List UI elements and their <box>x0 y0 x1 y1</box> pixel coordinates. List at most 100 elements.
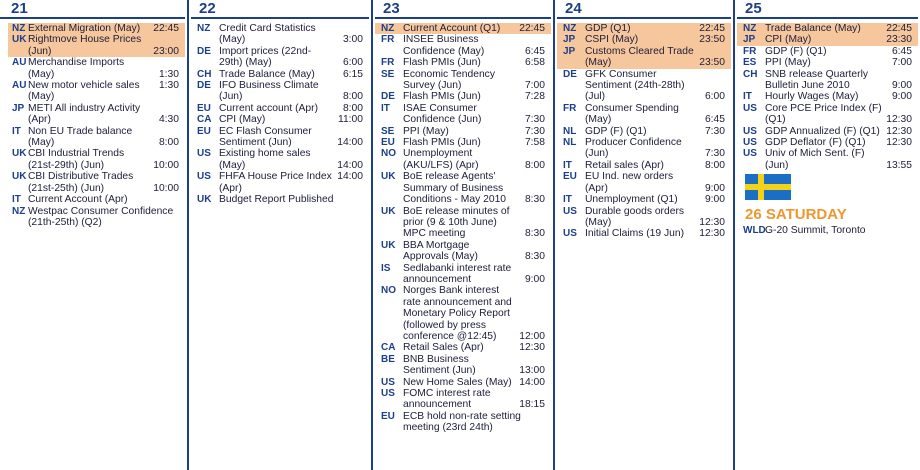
event-row: US New Home Sales (May) 14:00 <box>375 377 551 388</box>
event-row: UK CBI Distributive Trades (21st-25th) (J… <box>8 171 185 194</box>
event-time: 6:45 <box>891 45 912 57</box>
event-title: Current Account (Apr) <box>28 194 128 206</box>
event-row: IT Hourly Wages (May) 9:00 <box>737 91 918 102</box>
event-time: 10:00 <box>153 182 179 194</box>
country-code: IT <box>563 159 572 171</box>
event-time: 23:30 <box>886 34 912 46</box>
event-time: 7:00 <box>524 80 545 92</box>
event-row: EU EC Flash Consumer Sentiment (Jun) 14:00 <box>191 126 369 149</box>
country-code: JP <box>743 34 756 46</box>
event-row: NZ Current Account (Q1) 22:45 <box>375 23 551 35</box>
event-time: 8:30 <box>524 251 545 263</box>
country-code: JP <box>12 102 25 114</box>
country-code: NZ <box>12 205 26 217</box>
country-code: NZ <box>12 23 26 34</box>
event-row: IT Non EU Trade balance (May) 8:00 <box>8 126 185 149</box>
event-row: US Univ of Mich Sent. (F) (Jun) 13:55 <box>737 148 918 171</box>
event-time: 9:00 <box>704 182 725 194</box>
country-code: CH <box>197 68 212 80</box>
day-rule <box>375 17 551 19</box>
country-code: DE <box>197 80 211 92</box>
event-time: 12:30 <box>886 114 912 126</box>
country-code: EU <box>381 410 395 422</box>
event-time: 8:00 <box>524 159 545 171</box>
event-row: UK CBI Industrial Trends (21st-29th) (Jun… <box>8 148 185 171</box>
country-code: CA <box>197 114 212 126</box>
country-code: EU <box>563 171 577 183</box>
event-row: JP CPI (May) 23:30 <box>737 34 918 46</box>
event-title: Flash PMIs (Jun) <box>403 91 481 103</box>
country-code: AU <box>12 80 27 92</box>
event-row: US FHFA House Price Index (Apr) 14:00 <box>191 171 369 194</box>
event-row: US Existing home sales (May) 14:00 <box>191 148 369 171</box>
country-code: AU <box>12 57 27 69</box>
event-time: 10:00 <box>153 159 179 171</box>
event-title: PPI (May) <box>403 125 449 137</box>
event-title: SNB release Quarterly Bulletin June 2010 <box>765 68 869 92</box>
event-row: UK Budget Report Published <box>191 194 369 205</box>
event-time: 9:00 <box>524 273 545 285</box>
country-code: ES <box>743 57 757 69</box>
event-row: CA Retail Sales (Apr) 12:30 <box>375 342 551 353</box>
country-code: US <box>563 228 577 240</box>
event-title: BoE release Agents' Summary of Business … <box>403 171 507 206</box>
country-code: US <box>563 205 577 217</box>
event-title: Merchandise Imports (May) <box>28 57 125 80</box>
country-code: SE <box>381 125 395 137</box>
event-title: BBA Mortgage Approvals (May) <box>403 239 478 263</box>
event-row: NL GDP (F) (Q1) 7:30 <box>557 126 731 137</box>
country-code: SE <box>381 68 395 80</box>
event-time: 12:30 <box>886 137 912 149</box>
event-title: Westpac Consumer Confidence (21th-25th) … <box>28 205 174 228</box>
event-time: 1:30 <box>158 68 179 80</box>
country-code: FR <box>381 57 395 69</box>
event-time: 9:00 <box>891 80 912 92</box>
event-row: ES PPI (May) 7:00 <box>737 57 918 68</box>
event-row: US Core PCE Price Index (F) (Q1) 12:30 <box>737 103 918 126</box>
event-title: BoE release minutes of prior (9 & 10th J… <box>403 205 510 240</box>
event-title: Credit Card Statistics (May) <box>219 23 316 46</box>
day-number: 22 <box>199 0 216 17</box>
event-time: 6:00 <box>342 57 363 69</box>
country-code: IT <box>563 194 572 206</box>
event-time: 12:30 <box>886 125 912 137</box>
country-code: US <box>743 137 757 149</box>
country-code: NO <box>381 148 396 160</box>
country-code: IT <box>12 125 21 137</box>
event-time: 7:30 <box>524 114 545 126</box>
day-column-23: 23 NZ Current Account (Q1) 22:45 FR INSEE Bus… <box>371 0 553 470</box>
day-rule <box>191 17 369 19</box>
country-code: EU <box>197 102 211 114</box>
event-title: Sedlabanki interest rate announcement <box>403 262 512 285</box>
event-row: AU Merchandise Imports (May) 1:30 <box>8 57 185 80</box>
country-code: NZ <box>563 23 577 34</box>
event-time: 7:30 <box>704 148 725 160</box>
event-title: PPI (May) <box>765 57 811 69</box>
event-title: Import prices (22nd-29th) (May) <box>219 45 312 69</box>
event-time: 12:30 <box>519 342 545 354</box>
country-code: NL <box>563 125 577 137</box>
event-row: NO Norges Bank interest rate announcement… <box>375 285 551 342</box>
country-code: BE <box>381 353 395 365</box>
country-code: CA <box>381 342 396 354</box>
day-rule <box>737 17 918 19</box>
country-code: US <box>743 148 757 160</box>
event-row: JP METI All industry Activity (Apr) 4:30 <box>8 103 185 126</box>
event-time: 3:00 <box>342 34 363 46</box>
country-code: NL <box>563 137 577 149</box>
country-code: NZ <box>743 23 757 34</box>
country-code: US <box>381 388 395 399</box>
country-code: DE <box>381 91 395 103</box>
event-time: 7:28 <box>524 91 545 103</box>
event-time: 8:00 <box>342 91 363 103</box>
country-code: EU <box>381 137 395 149</box>
event-time: 23:50 <box>699 57 725 69</box>
event-row: UK BoE release Agents' Summary of Busines… <box>375 171 551 205</box>
event-title: New motor vehicle sales (May) <box>28 80 140 103</box>
event-row: JP Customs Cleared Trade (May) 23:50 <box>557 45 731 69</box>
event-row: EU Flash PMIs (Jun) 7:58 <box>375 137 551 148</box>
event-row: IT Current Account (Apr) <box>8 194 185 205</box>
event-row: AU New motor vehicle sales (May) 1:30 <box>8 80 185 103</box>
saturday-heading: 26 SATURDAY <box>745 206 847 224</box>
day-number: 25 <box>745 0 762 17</box>
